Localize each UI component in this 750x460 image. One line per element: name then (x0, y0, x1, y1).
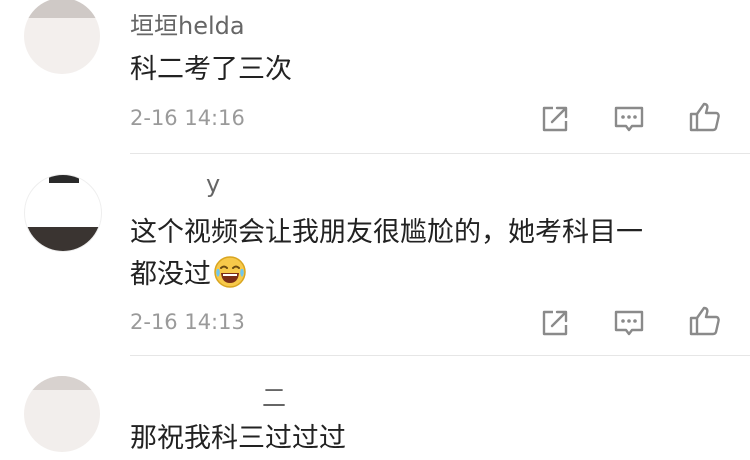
comment-item: 二 那祝我科三过过过 (0, 356, 750, 460)
comment-text-line-2: 都没过 (130, 254, 247, 296)
laughing-tears-emoji (214, 256, 246, 288)
comment-username[interactable]: 二 (262, 378, 286, 413)
like-icon[interactable] (688, 304, 722, 338)
comment-text-line: 这个视频会让我朋友很尴尬的，她考科目一 (130, 217, 643, 248)
comment-item: y 这个视频会让我朋友很尴尬的，她考科目一 都没过 2-16 14:13 (0, 154, 750, 356)
comment-timestamp: 2-16 14:13 (130, 310, 245, 334)
comment-icon[interactable] (612, 102, 646, 136)
comment-text: 那祝我科三过过过 (130, 423, 346, 454)
comment-text: 都没过 (130, 259, 211, 290)
comment-text: 科二考了三次 (130, 54, 292, 85)
comment-item: 垣垣helda 科二考了三次 2-16 14:16 (0, 0, 750, 154)
avatar[interactable] (24, 174, 102, 252)
share-icon[interactable] (538, 306, 572, 340)
avatar[interactable] (24, 376, 100, 452)
avatar[interactable] (24, 0, 100, 74)
comment-username[interactable]: 垣垣helda (130, 6, 245, 41)
comment-icon[interactable] (612, 306, 646, 340)
comment-username[interactable]: y (206, 170, 220, 198)
like-icon[interactable] (688, 100, 722, 134)
share-icon[interactable] (538, 102, 572, 136)
comment-timestamp: 2-16 14:16 (130, 106, 245, 130)
